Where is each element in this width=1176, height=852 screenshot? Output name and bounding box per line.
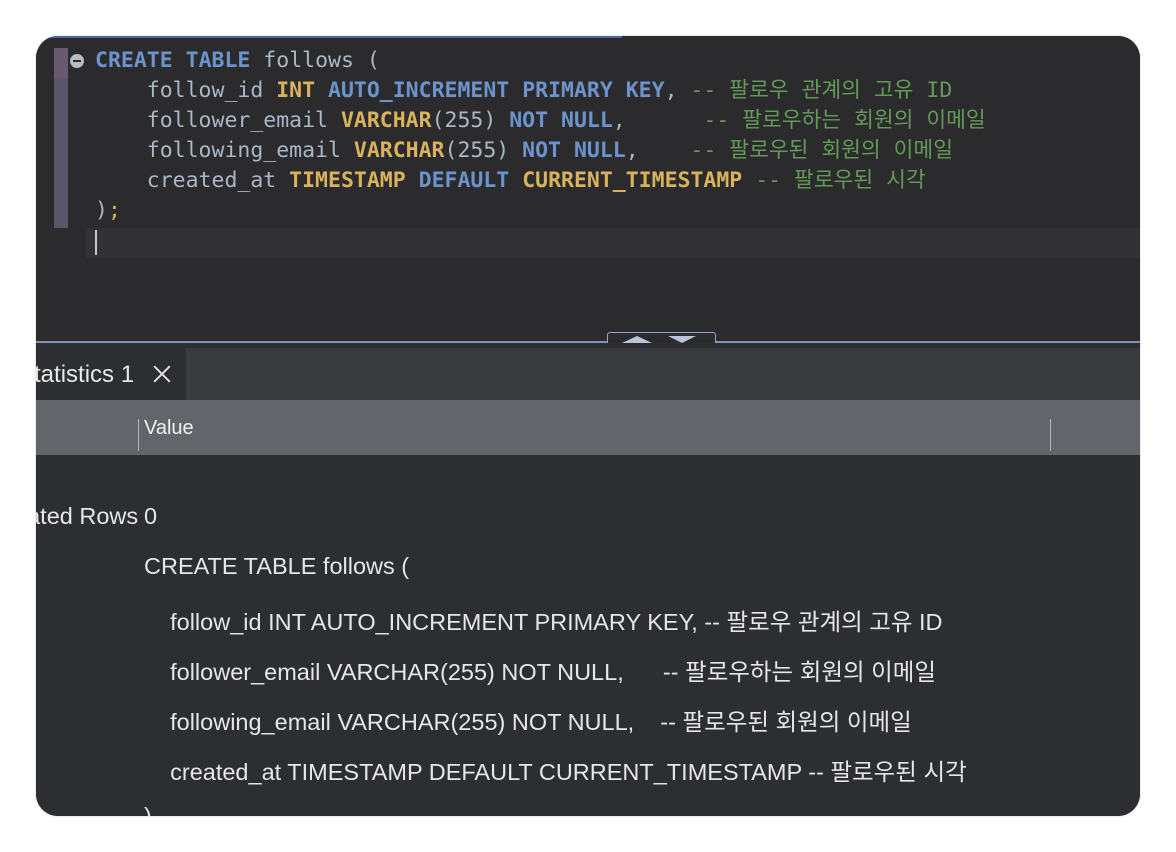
editor-top-accent	[36, 36, 622, 38]
results-column-header: Value	[36, 400, 1140, 455]
column-separator[interactable]	[1050, 419, 1051, 451]
code-token: NOT NULL	[522, 138, 626, 163]
query-line-4: following_email VARCHAR(255) NOT NULL, -…	[144, 709, 912, 735]
query-line-2: follow_id INT AUTO_INCREMENT PRIMARY KEY…	[144, 609, 943, 635]
code-line-4: following_email VARCHAR(255) NOT NULL, -…	[95, 136, 953, 166]
current-line-highlight	[86, 228, 1140, 258]
results-panel: Statistics 1 Value Updated Rows 0 CREATE…	[36, 343, 1140, 816]
query-line-1: CREATE TABLE follows (	[144, 553, 410, 579]
results-tabbar: Statistics 1	[36, 348, 1140, 400]
restore-editor-down-arrow-icon[interactable]	[668, 336, 696, 343]
code-token: -- 팔로우하는 회원의 이메일	[703, 108, 986, 133]
code-token: following_email	[95, 138, 354, 163]
code-token: CREATE	[95, 48, 173, 73]
code-token: -- 팔로우된 회원의 이메일	[690, 138, 953, 163]
code-line-2: follow_id INT AUTO_INCREMENT PRIMARY KEY…	[95, 76, 953, 106]
sql-editor[interactable]: CREATE TABLE follows ( follow_id INT AUT…	[36, 36, 1140, 341]
column-separator[interactable]	[138, 419, 139, 451]
code-token: follower_email	[95, 108, 341, 133]
text-caret	[95, 230, 97, 255]
code-line-6: );	[95, 196, 121, 226]
code-token: -- 팔로우 관계의 고유 ID	[690, 78, 953, 103]
code-line-1: CREATE TABLE follows (	[95, 46, 380, 76]
code-token: follows (	[250, 48, 380, 73]
code-token: (255)	[444, 138, 523, 163]
code-token: TABLE	[185, 48, 251, 73]
code-token: (255)	[431, 108, 510, 133]
code-token: AUTO_INCREMENT	[328, 78, 510, 103]
code-token: VARCHAR	[340, 108, 432, 133]
close-icon[interactable]	[152, 364, 172, 384]
code-token: ;	[107, 198, 121, 223]
code-line-3: follower_email VARCHAR(255) NOT NULL, --…	[95, 106, 986, 136]
code-token: ,	[612, 108, 704, 133]
query-line-6: )	[144, 803, 152, 816]
maximize-results-up-arrow-icon[interactable]	[622, 336, 652, 343]
code-token: NOT NULL	[509, 108, 613, 133]
code-token: INT	[276, 78, 316, 103]
code-token: DEFAULT	[418, 168, 510, 193]
tab-statistics-1[interactable]: Statistics 1	[36, 348, 186, 400]
code-token: created_at	[95, 168, 290, 193]
code-token: -- 팔로우된 시각	[755, 168, 926, 193]
code-line-5: created_at TIMESTAMP DEFAULT CURRENT_TIM…	[95, 166, 926, 196]
column-header-value[interactable]: Value	[144, 417, 194, 440]
query-line-5: created_at TIMESTAMP DEFAULT CURRENT_TIM…	[144, 759, 967, 785]
code-token: ,	[625, 138, 691, 163]
code-token: VARCHAR	[353, 138, 445, 163]
code-token: )	[95, 198, 108, 223]
code-token: ,	[664, 78, 691, 103]
tab-label: Statistics 1	[36, 361, 135, 388]
row-value-updated-rows: 0	[144, 503, 158, 529]
code-token: TIMESTAMP	[289, 168, 406, 193]
query-line-3: follower_email VARCHAR(255) NOT NULL, --…	[144, 659, 936, 685]
app-window: CREATE TABLE follows ( follow_id INT AUT…	[36, 36, 1140, 816]
code-token: PRIMARY KEY	[522, 78, 665, 103]
change-gutter-bar-top	[54, 48, 68, 78]
fold-collapse-icon[interactable]	[70, 54, 84, 68]
row-label-updated-rows: Updated Rows	[36, 503, 139, 529]
code-token: follow_id	[95, 78, 277, 103]
code-token: CURRENT_TIMESTAMP	[522, 168, 743, 193]
